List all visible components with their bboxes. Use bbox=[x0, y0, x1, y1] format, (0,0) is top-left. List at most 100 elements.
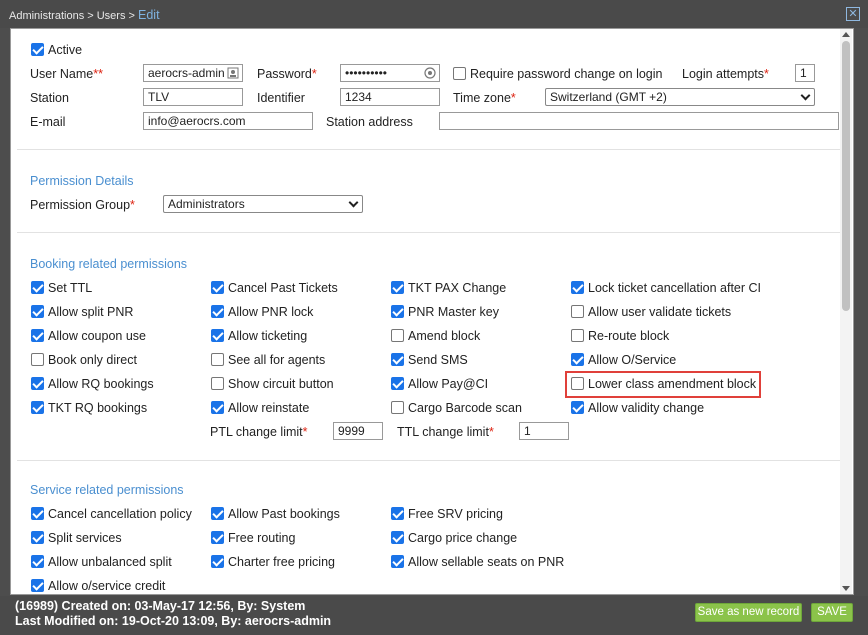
permission-checkbox[interactable]: Allow Past bookings bbox=[211, 506, 340, 522]
permission-checkbox[interactable]: Cargo price change bbox=[391, 530, 517, 546]
checkbox-box[interactable] bbox=[571, 281, 584, 294]
permission-checkbox[interactable]: Allow user validate tickets bbox=[571, 304, 731, 320]
active-checkbox-box[interactable] bbox=[31, 43, 44, 56]
permission-checkbox[interactable]: Allow Pay@CI bbox=[391, 376, 488, 392]
checkbox-box[interactable] bbox=[391, 305, 404, 318]
permission-checkbox[interactable]: Allow ticketing bbox=[211, 328, 307, 344]
breadcrumb-path: Administrations > Users > bbox=[9, 10, 135, 22]
permission-checkbox[interactable]: Allow O/Service bbox=[571, 352, 676, 368]
station-address-field[interactable] bbox=[439, 112, 839, 130]
permission-checkbox[interactable]: Lower class amendment block bbox=[571, 376, 756, 392]
checkbox-box[interactable] bbox=[391, 329, 404, 342]
checkbox-box[interactable] bbox=[211, 305, 224, 318]
checkbox-box[interactable] bbox=[31, 555, 44, 568]
permission-label: Allow Past bookings bbox=[228, 507, 340, 521]
checkbox-box[interactable] bbox=[571, 377, 584, 390]
checkbox-box[interactable] bbox=[31, 531, 44, 544]
checkbox-box[interactable] bbox=[391, 507, 404, 520]
active-checkbox[interactable]: Active bbox=[31, 42, 82, 58]
permission-checkbox[interactable]: PNR Master key bbox=[391, 304, 499, 320]
checkbox-box[interactable] bbox=[391, 353, 404, 366]
vertical-scrollbar[interactable] bbox=[840, 29, 852, 594]
permission-checkbox[interactable]: Allow split PNR bbox=[31, 304, 133, 320]
permission-label: Allow PNR lock bbox=[228, 305, 314, 319]
checkbox-box[interactable] bbox=[211, 329, 224, 342]
checkbox-box[interactable] bbox=[391, 281, 404, 294]
permission-checkbox[interactable]: Cancel cancellation policy bbox=[31, 506, 192, 522]
permission-label: Split services bbox=[48, 531, 122, 545]
timezone-select[interactable]: Switzerland (GMT +2) bbox=[545, 88, 815, 106]
require-password-change-checkbox[interactable]: Require password change on login bbox=[453, 66, 663, 82]
checkbox-box[interactable] bbox=[391, 555, 404, 568]
checkbox-box[interactable] bbox=[391, 401, 404, 414]
login-attempts-field[interactable]: 1 bbox=[795, 64, 815, 82]
scroll-down-icon[interactable] bbox=[842, 586, 850, 591]
checkbox-box[interactable] bbox=[571, 401, 584, 414]
permission-checkbox[interactable]: Free SRV pricing bbox=[391, 506, 503, 522]
ptl-change-limit-field[interactable]: 9999 bbox=[333, 422, 383, 440]
permission-label: Book only direct bbox=[48, 353, 137, 367]
checkbox-box[interactable] bbox=[31, 353, 44, 366]
checkbox-box[interactable] bbox=[571, 305, 584, 318]
checkbox-box[interactable] bbox=[211, 401, 224, 414]
save-as-new-record-button[interactable]: Save as new record bbox=[695, 603, 802, 622]
identifier-field[interactable]: 1234 bbox=[340, 88, 440, 106]
permission-checkbox[interactable]: Amend block bbox=[391, 328, 480, 344]
permission-checkbox[interactable]: Allow reinstate bbox=[211, 400, 309, 416]
checkbox-box[interactable] bbox=[391, 531, 404, 544]
modified-info: Last Modified on: 19-Oct-20 13:09, By: a… bbox=[15, 614, 332, 628]
email-field[interactable]: info@aerocrs.com bbox=[143, 112, 313, 130]
permission-checkbox[interactable]: Lock ticket cancellation after CI bbox=[571, 280, 761, 296]
checkbox-box[interactable] bbox=[31, 579, 44, 592]
permission-checkbox[interactable]: Allow o/service credit bbox=[31, 578, 165, 594]
permission-checkbox[interactable]: TKT RQ bookings bbox=[31, 400, 147, 416]
checkbox-box[interactable] bbox=[211, 281, 224, 294]
checkbox-box[interactable] bbox=[31, 401, 44, 414]
permission-checkbox[interactable]: Charter free pricing bbox=[211, 554, 335, 570]
require-password-change-box[interactable] bbox=[453, 67, 466, 80]
permission-checkbox[interactable]: Cancel Past Tickets bbox=[211, 280, 338, 296]
checkbox-box[interactable] bbox=[391, 377, 404, 390]
checkbox-box[interactable] bbox=[31, 507, 44, 520]
permission-checkbox[interactable]: Set TTL bbox=[31, 280, 92, 296]
checkbox-box[interactable] bbox=[211, 353, 224, 366]
permission-checkbox[interactable]: Allow validity change bbox=[571, 400, 704, 416]
checkbox-box[interactable] bbox=[31, 329, 44, 342]
permission-checkbox[interactable]: Send SMS bbox=[391, 352, 468, 368]
checkbox-box[interactable] bbox=[31, 377, 44, 390]
close-icon[interactable]: ✕ bbox=[846, 7, 860, 21]
scrollbar-thumb[interactable] bbox=[842, 41, 850, 311]
permission-checkbox[interactable]: Split services bbox=[31, 530, 122, 546]
permission-checkbox[interactable]: See all for agents bbox=[211, 352, 325, 368]
password-field[interactable]: •••••••••• bbox=[340, 64, 440, 82]
permission-checkbox[interactable]: Book only direct bbox=[31, 352, 137, 368]
permission-checkbox[interactable]: Allow PNR lock bbox=[211, 304, 313, 320]
scroll-up-icon[interactable] bbox=[842, 32, 850, 37]
permission-checkbox[interactable]: Cargo Barcode scan bbox=[391, 400, 522, 416]
permission-checkbox[interactable]: Free routing bbox=[211, 530, 295, 546]
password-label-text: Password bbox=[257, 67, 312, 81]
divider bbox=[17, 460, 843, 461]
permission-checkbox[interactable]: Re-route block bbox=[571, 328, 669, 344]
permission-checkbox[interactable]: Allow RQ bookings bbox=[31, 376, 154, 392]
checkbox-box[interactable] bbox=[211, 531, 224, 544]
username-field[interactable]: aerocrs-admin bbox=[143, 64, 243, 82]
permission-checkbox[interactable]: Allow coupon use bbox=[31, 328, 146, 344]
breadcrumb-current: Edit bbox=[138, 8, 160, 22]
checkbox-box[interactable] bbox=[211, 555, 224, 568]
checkbox-box[interactable] bbox=[211, 507, 224, 520]
ttl-change-limit-field[interactable]: 1 bbox=[519, 422, 569, 440]
permission-group-select[interactable]: Administrators bbox=[163, 195, 363, 213]
permission-checkbox[interactable]: Show circuit button bbox=[211, 376, 334, 392]
station-field[interactable]: TLV bbox=[143, 88, 243, 106]
permission-checkbox[interactable]: Allow unbalanced split bbox=[31, 554, 172, 570]
checkbox-box[interactable] bbox=[571, 353, 584, 366]
checkbox-box[interactable] bbox=[31, 281, 44, 294]
permission-checkbox[interactable]: TKT PAX Change bbox=[391, 280, 506, 296]
save-button[interactable]: SAVE bbox=[811, 603, 853, 622]
permission-checkbox[interactable]: Allow sellable seats on PNR bbox=[391, 554, 564, 570]
checkbox-box[interactable] bbox=[211, 377, 224, 390]
checkbox-box[interactable] bbox=[571, 329, 584, 342]
permission-label: Re-route block bbox=[588, 329, 670, 343]
checkbox-box[interactable] bbox=[31, 305, 44, 318]
